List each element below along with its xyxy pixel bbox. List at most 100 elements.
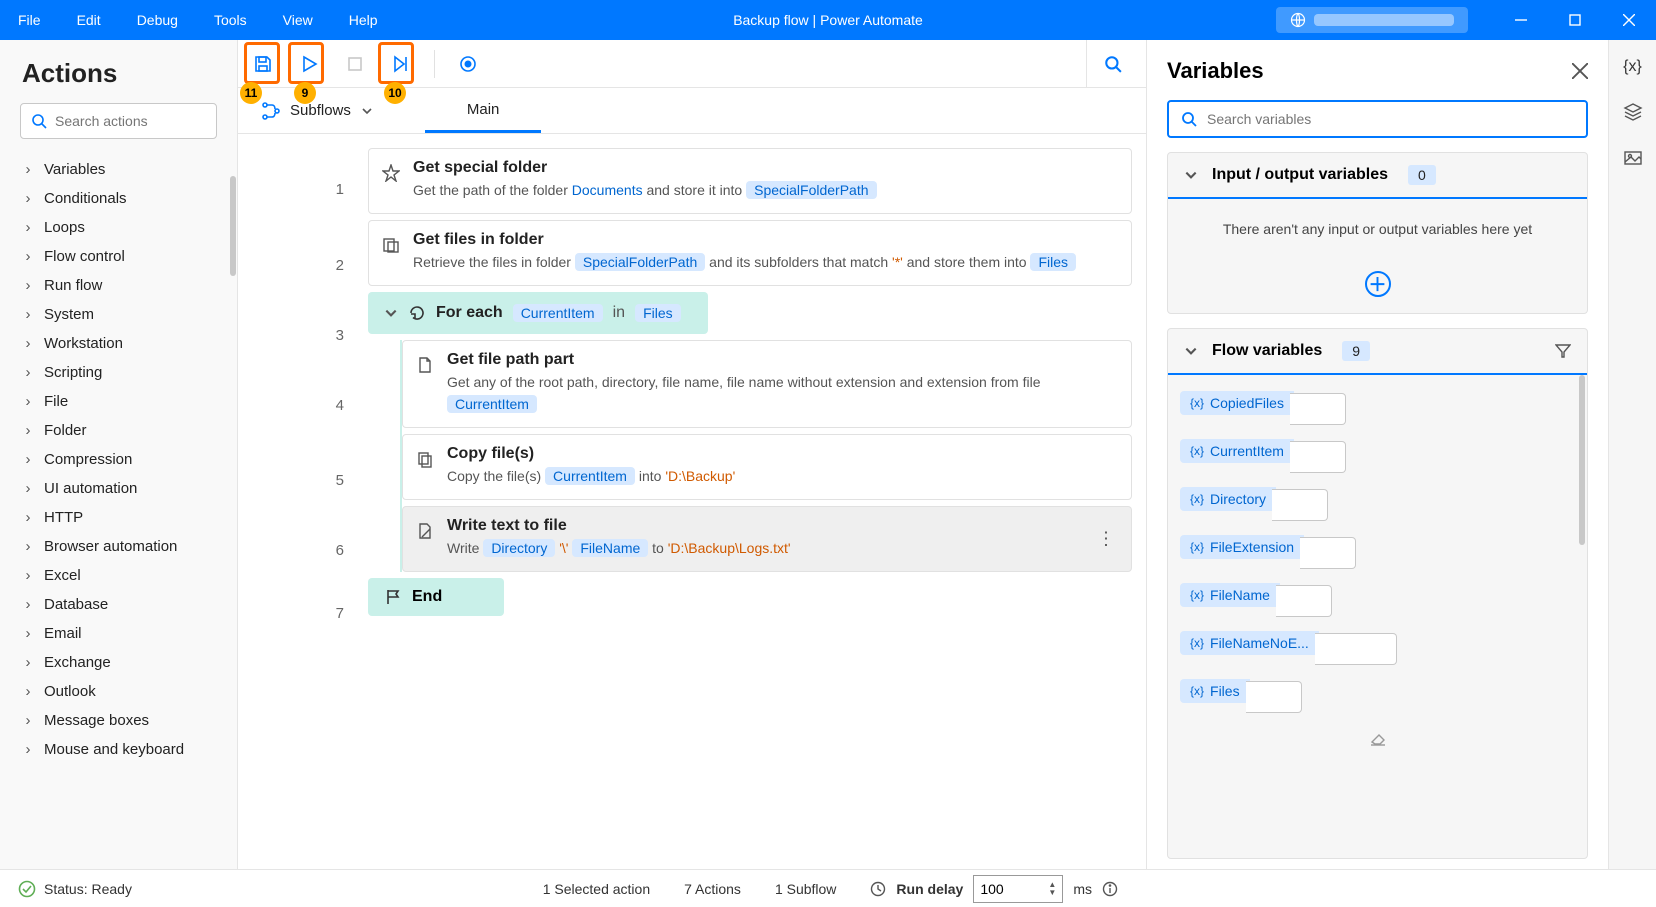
record-button[interactable] — [451, 47, 485, 81]
variable-pill[interactable]: SpecialFolderPath — [575, 253, 705, 271]
save-button[interactable] — [246, 47, 280, 81]
more-menu-icon[interactable]: ⋮ — [1097, 529, 1115, 550]
variable-pill[interactable]: Files — [635, 304, 681, 322]
category-mouse-keyboard[interactable]: ›Mouse and keyboard — [0, 735, 237, 764]
menu-edit[interactable]: Edit — [59, 0, 119, 40]
step-copy-files[interactable]: Copy file(s) Copy the file(s) CurrentIte… — [402, 434, 1132, 500]
scrollbar-thumb[interactable] — [1579, 375, 1585, 545]
var-row-copiedfiles[interactable]: {x}CopiedFiles — [1180, 387, 1575, 419]
status-bar: Status: Ready 1 Selected action 7 Action… — [0, 869, 1656, 907]
step-write-text-to-file[interactable]: Write text to file Write Directory '\' F… — [402, 506, 1132, 572]
link-documents[interactable]: Documents — [572, 182, 643, 198]
maximize-button[interactable] — [1548, 0, 1602, 40]
category-scripting[interactable]: ›Scripting — [0, 358, 237, 387]
menu-debug[interactable]: Debug — [119, 0, 196, 40]
image-icon[interactable] — [1623, 148, 1643, 168]
category-excel[interactable]: ›Excel — [0, 561, 237, 590]
run-delay-label: Run delay — [896, 881, 963, 897]
variable-pill[interactable]: FileName — [572, 539, 648, 557]
status-subflow: 1 Subflow — [775, 881, 836, 897]
flow-variables-header[interactable]: Flow variables 9 — [1168, 329, 1587, 375]
menu-help[interactable]: Help — [331, 0, 396, 40]
category-message-boxes[interactable]: ›Message boxes — [0, 706, 237, 735]
chevron-right-icon: › — [22, 219, 34, 236]
chevron-right-icon: › — [22, 422, 34, 439]
category-system[interactable]: ›System — [0, 300, 237, 329]
var-row-files[interactable]: {x}Files — [1180, 675, 1575, 707]
var-row-filename[interactable]: {x}FileName — [1180, 579, 1575, 611]
variable-pill[interactable]: Directory — [483, 539, 555, 557]
environment-chip[interactable] — [1276, 7, 1468, 33]
chevron-right-icon: › — [22, 538, 34, 555]
layers-icon[interactable] — [1623, 102, 1643, 122]
scrollbar-thumb[interactable] — [230, 176, 236, 276]
category-variables[interactable]: ›Variables — [0, 155, 237, 184]
variables-rail-icon[interactable]: {x} — [1623, 58, 1642, 76]
step-button[interactable] — [384, 47, 418, 81]
chevron-down-icon[interactable] — [384, 306, 398, 320]
menu-view[interactable]: View — [265, 0, 331, 40]
category-http[interactable]: ›HTTP — [0, 503, 237, 532]
chevron-right-icon: › — [22, 683, 34, 700]
chevron-right-icon: › — [22, 480, 34, 497]
delay-field[interactable] — [980, 881, 1030, 897]
variable-pill[interactable]: CurrentItem — [447, 395, 537, 413]
search-actions-box[interactable] — [20, 103, 217, 139]
category-folder[interactable]: ›Folder — [0, 416, 237, 445]
category-workstation[interactable]: ›Workstation — [0, 329, 237, 358]
category-conditionals[interactable]: ›Conditionals — [0, 184, 237, 213]
category-browser-automation[interactable]: ›Browser automation — [0, 532, 237, 561]
stop-button[interactable] — [338, 47, 372, 81]
step-end[interactable]: End — [368, 578, 504, 616]
io-variables-header[interactable]: Input / output variables 0 — [1168, 153, 1587, 199]
add-io-variable-button[interactable]: ＋ — [1365, 271, 1391, 297]
category-run-flow[interactable]: ›Run flow — [0, 271, 237, 300]
chevron-down-icon — [1184, 344, 1198, 358]
run-button[interactable] — [292, 47, 326, 81]
flow-search-button[interactable] — [1086, 40, 1138, 88]
category-outlook[interactable]: ›Outlook — [0, 677, 237, 706]
variable-pill[interactable]: CurrentItem — [513, 304, 603, 322]
nested-steps: Get file path part Get any of the root p… — [400, 340, 1132, 572]
titlebar: File Edit Debug Tools View Help Backup f… — [0, 0, 1656, 40]
actions-heading: Actions — [0, 58, 237, 103]
step-get-files-in-folder[interactable]: Get files in folder Retrieve the files i… — [368, 220, 1132, 286]
tab-main[interactable]: Main — [425, 88, 542, 133]
step-loop-foreach[interactable]: For each CurrentItem in Files — [368, 292, 708, 334]
spinner-arrows[interactable]: ▲▼ — [1048, 881, 1056, 897]
variable-pill[interactable]: SpecialFolderPath — [746, 181, 876, 199]
menu-file[interactable]: File — [0, 0, 59, 40]
var-row-filenamenoext[interactable]: {x}FileNameNoE... — [1180, 627, 1575, 659]
minimize-button[interactable] — [1494, 0, 1548, 40]
erase-icon[interactable] — [1168, 723, 1587, 757]
var-row-fileextension[interactable]: {x}FileExtension — [1180, 531, 1575, 563]
search-variables-input[interactable] — [1207, 111, 1574, 127]
category-database[interactable]: ›Database — [0, 590, 237, 619]
search-actions-input[interactable] — [55, 113, 236, 129]
category-compression[interactable]: ›Compression — [0, 445, 237, 474]
var-row-currentitem[interactable]: {x}CurrentItem — [1180, 435, 1575, 467]
close-panel-button[interactable] — [1572, 63, 1588, 79]
category-loops[interactable]: ›Loops — [0, 213, 237, 242]
filter-icon[interactable] — [1555, 343, 1571, 359]
category-ui-automation[interactable]: ›UI automation — [0, 474, 237, 503]
var-row-directory[interactable]: {x}Directory — [1180, 483, 1575, 515]
category-list[interactable]: ›Variables ›Conditionals ›Loops ›Flow co… — [0, 151, 237, 869]
info-icon[interactable] — [1102, 881, 1118, 897]
search-variables-box[interactable] — [1167, 100, 1588, 138]
category-email[interactable]: ›Email — [0, 619, 237, 648]
search-icon — [31, 113, 47, 129]
category-exchange[interactable]: ›Exchange — [0, 648, 237, 677]
copy-icon — [415, 449, 435, 469]
menu-tools[interactable]: Tools — [196, 0, 265, 40]
subflows-dropdown[interactable]: Subflows — [252, 88, 383, 133]
category-file[interactable]: ›File — [0, 387, 237, 416]
run-delay-input[interactable]: ▲▼ — [973, 875, 1063, 903]
variable-pill[interactable]: Files — [1030, 253, 1076, 271]
close-button[interactable] — [1602, 0, 1656, 40]
category-flow-control[interactable]: ›Flow control — [0, 242, 237, 271]
step-get-special-folder[interactable]: Get special folder Get the path of the f… — [368, 148, 1132, 214]
step-get-file-path-part[interactable]: Get file path part Get any of the root p… — [402, 340, 1132, 428]
io-empty-message: There aren't any input or output variabl… — [1168, 199, 1587, 259]
variable-pill[interactable]: CurrentItem — [545, 467, 635, 485]
